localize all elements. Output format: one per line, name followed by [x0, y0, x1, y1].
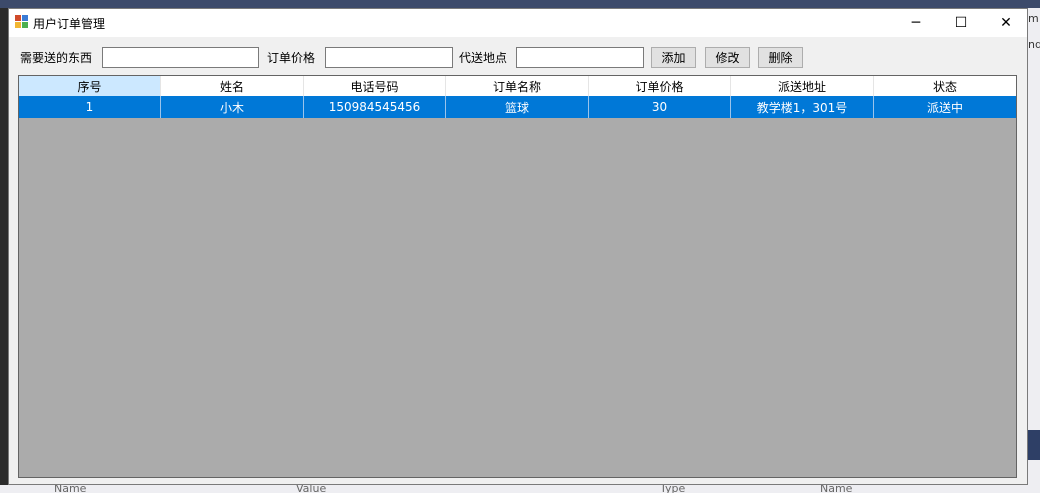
grid-header: 序号 姓名 电话号码 订单名称 订单价格 派送地址 状态	[19, 76, 1016, 96]
cell-status[interactable]: 派送中	[874, 96, 1016, 118]
minimize-icon: ─	[911, 15, 921, 31]
background-text-fragment: nd	[1028, 38, 1040, 51]
background-panel-block	[1028, 430, 1040, 460]
price-input[interactable]	[325, 47, 453, 68]
column-header-address[interactable]: 派送地址	[731, 76, 874, 96]
window-title: 用户订单管理	[33, 17, 106, 31]
background-properties-header: Name Value Type Name	[0, 482, 1040, 493]
delete-button[interactable]: 删除	[758, 47, 803, 68]
add-button[interactable]: 添加	[651, 47, 696, 68]
column-header-order-name[interactable]: 订单名称	[446, 76, 589, 96]
price-label: 订单价格	[267, 51, 316, 65]
cell-address[interactable]: 教学楼1，301号	[731, 96, 874, 118]
address-label: 代送地点	[459, 51, 508, 65]
table-row[interactable]: 1 小木 15098454545​6 篮球 30 教学楼1，301号 派送中	[19, 96, 1016, 118]
address-input[interactable]	[516, 47, 644, 68]
item-label: 需要送的东西	[20, 51, 93, 65]
column-header-status[interactable]: 状态	[874, 76, 1016, 96]
column-header-index[interactable]: 序号	[19, 76, 161, 96]
close-button[interactable]: ✕	[983, 9, 1029, 37]
cell-order-name[interactable]: 篮球	[446, 96, 589, 118]
cell-phone[interactable]: 15098454545​6	[304, 96, 446, 118]
close-icon: ✕	[1000, 15, 1012, 31]
maximize-icon: ☐	[954, 15, 968, 31]
orders-grid[interactable]: 序号 姓名 电话号码 订单名称 订单价格 派送地址 状态 1 小木 150984…	[18, 75, 1017, 478]
background-taskbar-strip	[0, 0, 1040, 8]
background-ide-panel: m nd	[1028, 8, 1040, 493]
maximize-button[interactable]: ☐	[938, 9, 984, 37]
cell-index[interactable]: 1	[19, 96, 161, 118]
background-text-fragment: m	[1028, 12, 1039, 25]
cell-name[interactable]: 小木	[161, 96, 304, 118]
cell-order-price[interactable]: 30	[589, 96, 731, 118]
column-header-name[interactable]: 姓名	[161, 76, 304, 96]
app-icon	[15, 15, 29, 29]
title-bar[interactable]: 用户订单管理 ─ ☐ ✕	[9, 9, 1027, 37]
column-header-order-price[interactable]: 订单价格	[589, 76, 731, 96]
item-input[interactable]	[102, 47, 259, 68]
minimize-button[interactable]: ─	[893, 9, 939, 37]
order-management-window: 用户订单管理 ─ ☐ ✕ 需要送的东西 订单价格 代送地点 添加 修改 删除 序…	[8, 8, 1028, 485]
edit-button[interactable]: 修改	[705, 47, 750, 68]
column-header-phone[interactable]: 电话号码	[304, 76, 446, 96]
